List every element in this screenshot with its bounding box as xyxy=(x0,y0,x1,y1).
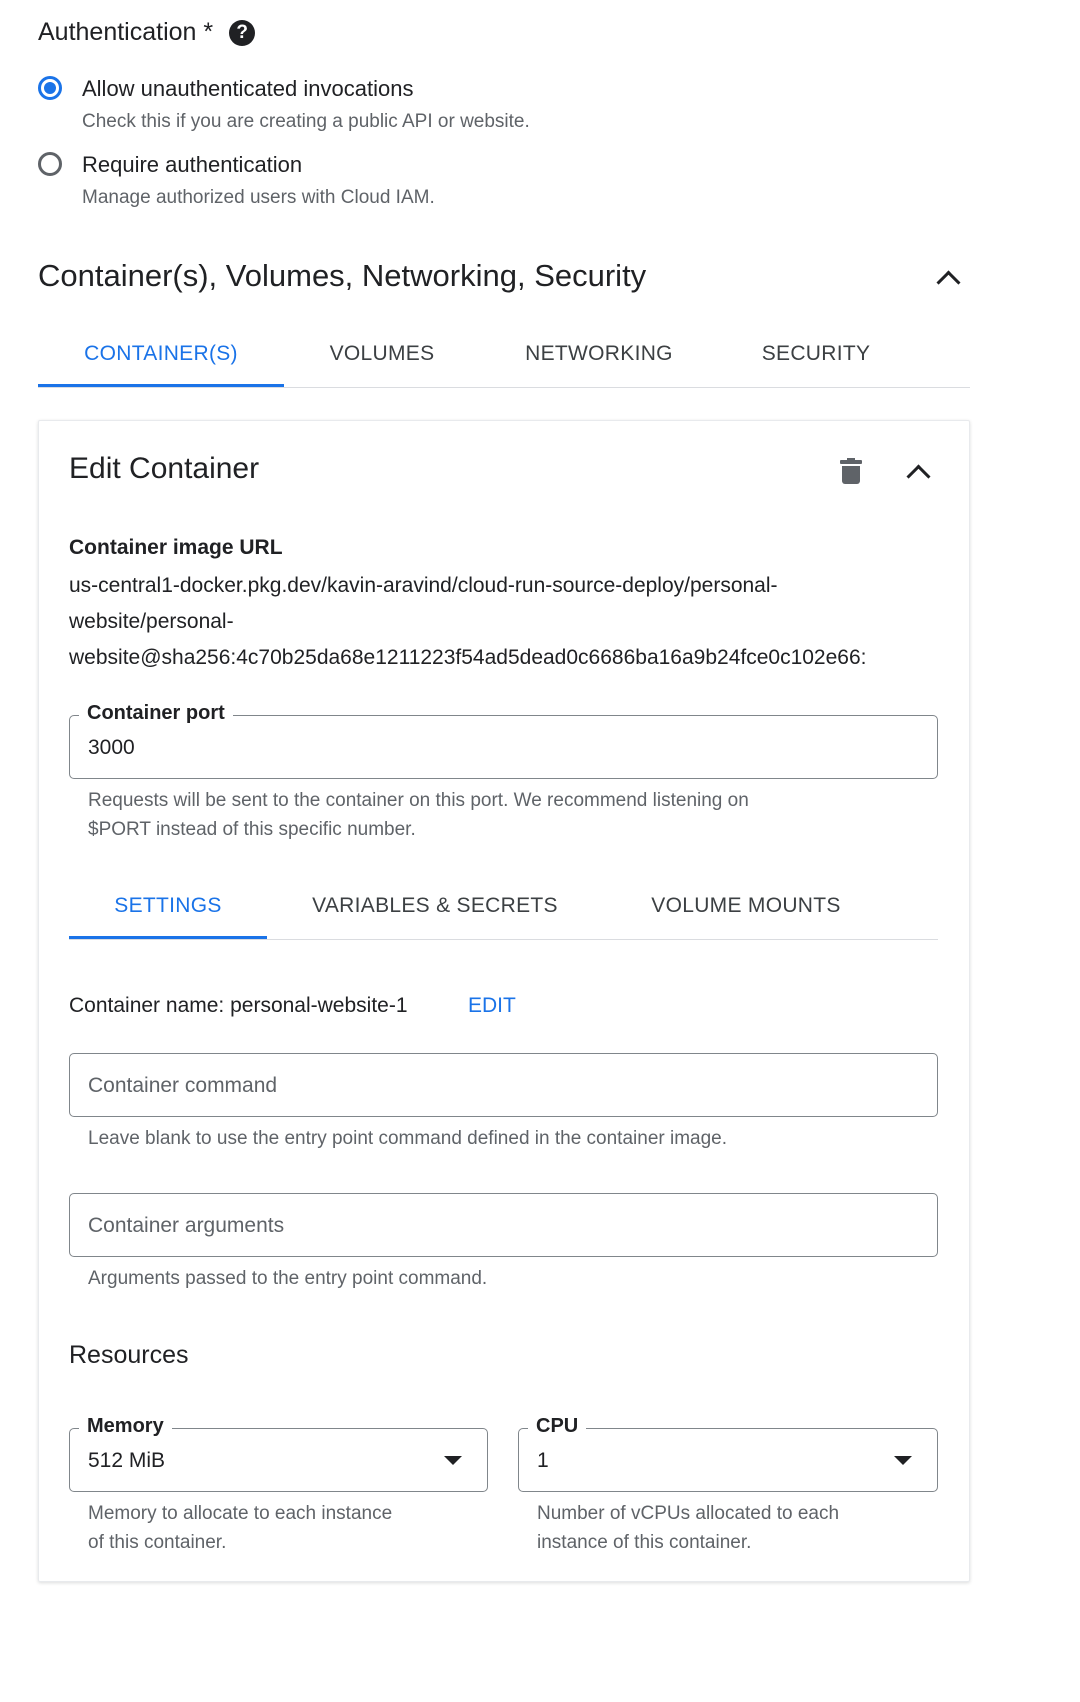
container-arguments-placeholder[interactable]: Container arguments xyxy=(88,1214,284,1238)
radio-require-authentication[interactable] xyxy=(38,152,62,176)
option-label-allow-unauthenticated[interactable]: Allow unauthenticated invocations xyxy=(82,76,413,102)
image-url-line: us-central1-docker.pkg.dev/kavin-aravind… xyxy=(69,574,778,597)
sub-tab-active-indicator xyxy=(69,936,267,939)
tab-divider xyxy=(38,387,970,388)
container-port-hint: Requests will be sent to the container o… xyxy=(88,786,749,844)
help-icon[interactable]: ? xyxy=(229,19,256,46)
cpu-label: CPU xyxy=(528,1415,587,1438)
memory-value[interactable]: 512 MiB xyxy=(88,1449,165,1473)
authentication-heading: Authentication * ? xyxy=(38,18,256,47)
hint-line: Requests will be sent to the container o… xyxy=(88,790,749,811)
tab-volumes[interactable]: VOLUMES xyxy=(290,342,474,366)
edit-name-link[interactable]: EDIT xyxy=(468,994,516,1018)
container-port-value[interactable]: 3000 xyxy=(88,736,135,760)
container-name: Container name: personal-website-1 xyxy=(69,994,408,1017)
tab-security[interactable]: SECURITY xyxy=(732,342,900,366)
hint-line: of this container. xyxy=(88,1532,227,1553)
container-command-hint: Leave blank to use the entry point comma… xyxy=(88,1128,728,1149)
memory-hint: Memory to allocate to each instance of t… xyxy=(88,1499,392,1557)
caret-down-icon[interactable] xyxy=(894,1456,912,1465)
tab-networking[interactable]: NETWORKING xyxy=(505,342,693,366)
tab-active-indicator xyxy=(38,384,284,387)
tab-volume-mounts[interactable]: VOLUME MOUNTS xyxy=(630,894,862,918)
cpu-value[interactable]: 1 xyxy=(537,1449,549,1473)
hint-line: instance of this container. xyxy=(537,1532,752,1553)
option-description-require-authentication: Manage authorized users with Cloud IAM. xyxy=(82,187,435,208)
container-arguments-hint: Arguments passed to the entry point comm… xyxy=(88,1268,488,1289)
image-url-line: website@sha256:4c70b25da68e1211223f54ad5… xyxy=(69,646,867,669)
tab-settings[interactable]: SETTINGS xyxy=(69,894,267,918)
hint-line: $PORT instead of this specific number. xyxy=(88,819,416,840)
sub-tab-divider xyxy=(69,939,938,940)
chevron-up-icon[interactable] xyxy=(936,270,961,295)
container-port-label: Container port xyxy=(79,702,233,725)
tab-variables-secrets[interactable]: VARIABLES & SECRETS xyxy=(290,894,580,918)
edit-container-title: Edit Container xyxy=(69,452,260,485)
memory-label: Memory xyxy=(79,1415,172,1438)
cpu-hint: Number of vCPUs allocated to each instan… xyxy=(537,1499,839,1557)
option-label-require-authentication[interactable]: Require authentication xyxy=(82,152,302,178)
caret-down-icon[interactable] xyxy=(444,1456,462,1465)
option-description-allow-unauthenticated: Check this if you are creating a public … xyxy=(82,111,530,132)
section-title: Container(s), Volumes, Networking, Secur… xyxy=(38,258,647,293)
hint-line: Memory to allocate to each instance xyxy=(88,1503,393,1524)
container-command-placeholder[interactable]: Container command xyxy=(88,1074,277,1098)
hint-line: Number of vCPUs allocated to each xyxy=(537,1503,840,1524)
image-url-line: website/personal- xyxy=(69,610,234,633)
image-url-label: Container image URL xyxy=(69,536,283,559)
radio-allow-unauthenticated[interactable] xyxy=(38,76,62,100)
resources-title: Resources xyxy=(69,1341,189,1369)
trash-icon[interactable] xyxy=(840,458,862,484)
authentication-title: Authentication * xyxy=(38,18,214,46)
tab-containers[interactable]: CONTAINER(S) xyxy=(38,342,284,366)
image-url-value: us-central1-docker.pkg.dev/kavin-aravind… xyxy=(69,568,968,676)
